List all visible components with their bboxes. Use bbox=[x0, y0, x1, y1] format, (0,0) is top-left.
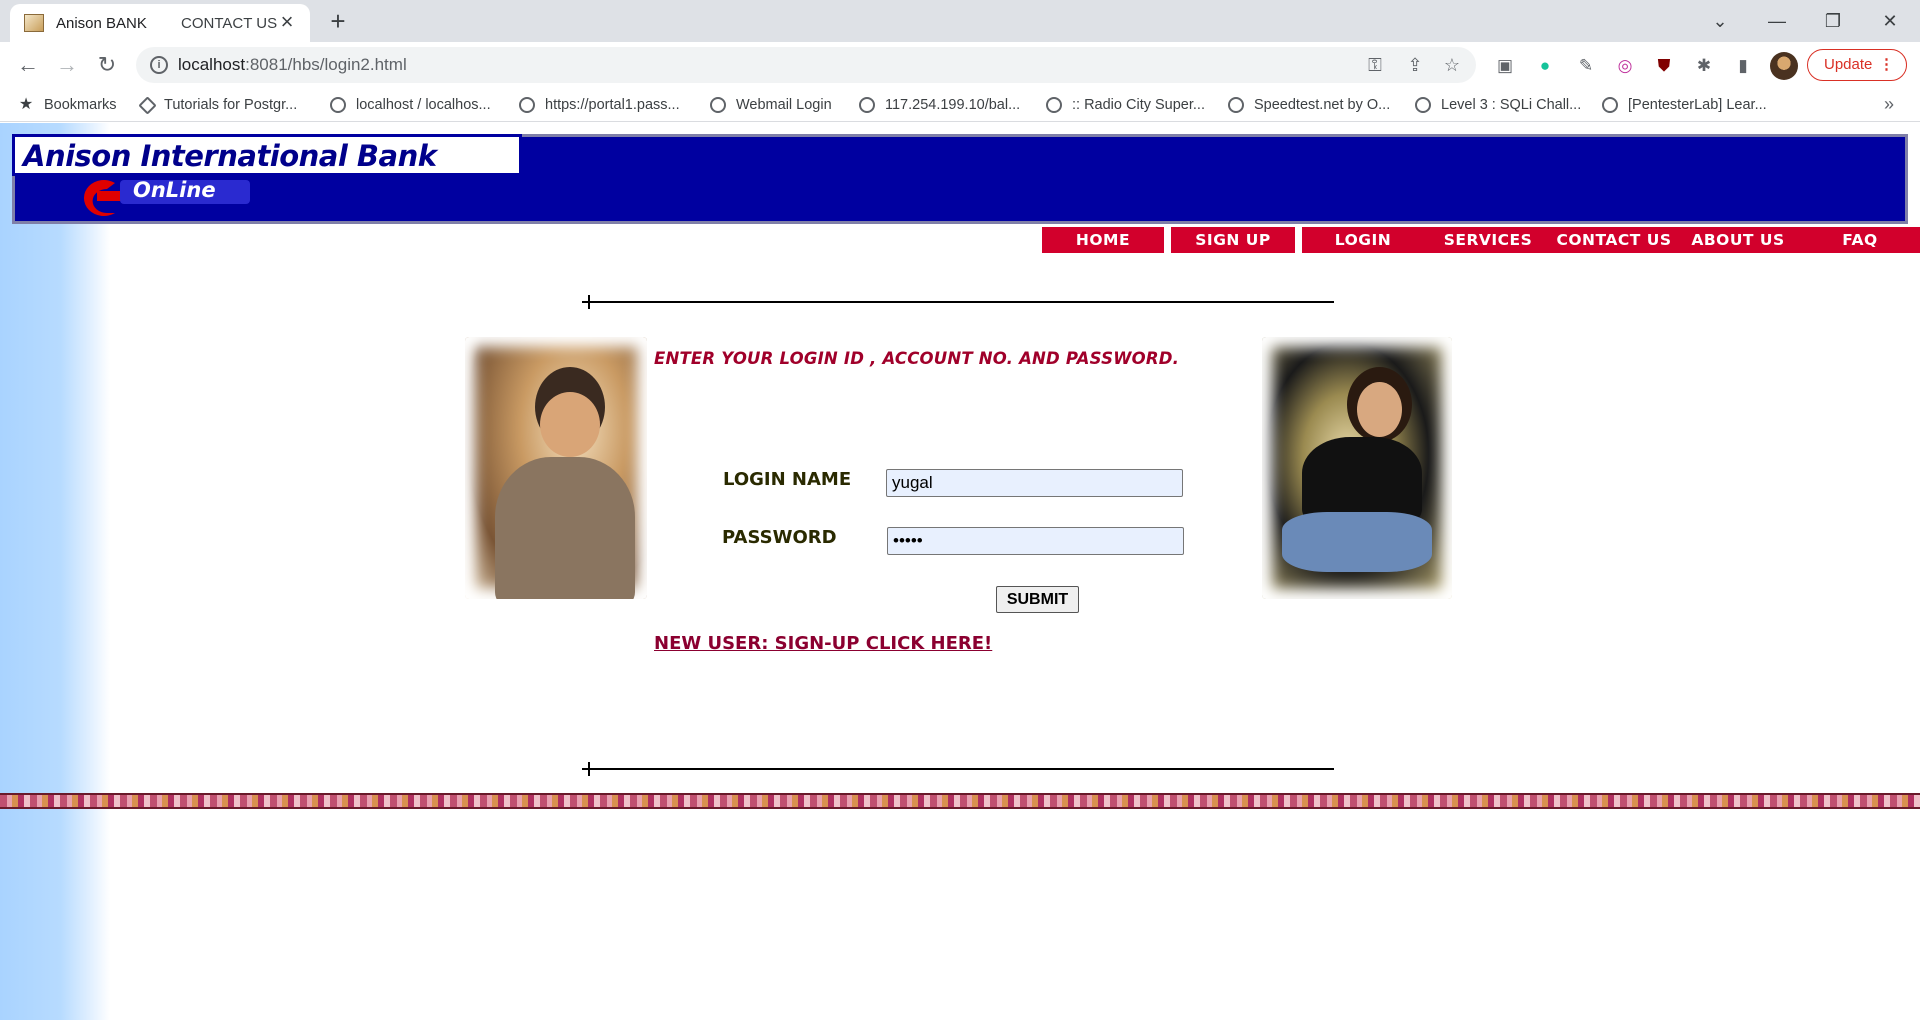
decorative-footer-strip bbox=[0, 793, 1920, 809]
bookmark-item[interactable]: :: Radio City Super... bbox=[1046, 95, 1205, 115]
extensions-puzzle-icon[interactable]: ✱ bbox=[1692, 54, 1716, 78]
man-writing-photo bbox=[465, 337, 647, 599]
submit-button[interactable]: SUBMIT bbox=[996, 586, 1079, 613]
nav-home[interactable]: HOME bbox=[1042, 227, 1164, 253]
globe-icon bbox=[330, 97, 346, 113]
bookmark-item[interactable]: 117.254.199.10/bal... bbox=[859, 95, 1020, 115]
top-divider bbox=[588, 301, 1334, 303]
signup-link[interactable]: NEW USER: SIGN-UP CLICK HERE! bbox=[654, 633, 992, 654]
page-content: Anison International Bank OnLine HOME SI… bbox=[0, 123, 1920, 1020]
forward-icon[interactable]: → bbox=[51, 50, 83, 82]
minimize-button[interactable]: — bbox=[1757, 6, 1797, 36]
globe-icon bbox=[1046, 97, 1062, 113]
globe-icon bbox=[1415, 97, 1431, 113]
url-text[interactable]: localhost:8081/hbs/login2.html bbox=[178, 55, 407, 75]
share-icon[interactable]: ⇪ bbox=[1404, 54, 1426, 76]
diamond-icon bbox=[138, 95, 157, 115]
bookmark-label: Webmail Login bbox=[736, 97, 832, 113]
tab-title: Anison BANK bbox=[56, 14, 147, 32]
tab-strip: Anison BANK CONTACT US × + ⌄ — ❐ ✕ bbox=[0, 0, 1920, 42]
bookmark-label: localhost / localhos... bbox=[356, 97, 491, 113]
nav-faq[interactable]: FAQ bbox=[1800, 227, 1920, 253]
nav-login[interactable]: LOGIN bbox=[1302, 227, 1424, 253]
browser-toolbar: ← → ↻ i localhost:8081/hbs/login2.html ⚿… bbox=[0, 42, 1920, 88]
bank-name: Anison International Bank bbox=[23, 139, 437, 173]
man-shirt bbox=[495, 457, 635, 599]
extension-icon[interactable]: ▣ bbox=[1493, 54, 1517, 78]
bookmark-label: Bookmarks bbox=[44, 97, 117, 113]
new-tab-button[interactable]: + bbox=[324, 8, 352, 36]
password-input[interactable]: ••••• bbox=[887, 527, 1184, 555]
nav-sign-up[interactable]: SIGN UP bbox=[1171, 227, 1295, 253]
bank-name-box: Anison International Bank bbox=[12, 134, 522, 176]
left-gradient-bar bbox=[0, 123, 110, 1020]
bottom-divider-cross bbox=[582, 768, 596, 770]
login-name-input[interactable]: yugal bbox=[886, 469, 1183, 497]
globe-icon bbox=[710, 97, 726, 113]
globe-icon bbox=[519, 97, 535, 113]
url-host: localhost bbox=[178, 55, 246, 74]
star-icon: ★ bbox=[18, 96, 34, 113]
wand-extension-icon[interactable]: ✎ bbox=[1574, 54, 1598, 78]
globe-icon bbox=[1228, 97, 1244, 113]
bookmark-item[interactable]: Webmail Login bbox=[710, 95, 832, 115]
bookmark-label: [PentesterLab] Lear... bbox=[1628, 97, 1767, 113]
globe-icon bbox=[859, 97, 875, 113]
site-info-icon[interactable]: i bbox=[150, 56, 168, 74]
bookmarks-bar: ★ Bookmarks Tutorials for Postgr... local… bbox=[0, 88, 1920, 122]
restore-button[interactable]: ❐ bbox=[1813, 6, 1853, 36]
tab-subtitle: CONTACT US bbox=[181, 14, 278, 32]
top-divider-cross bbox=[582, 301, 596, 303]
update-label: Update bbox=[1824, 56, 1873, 73]
login-name-label: LOGIN NAME bbox=[723, 469, 852, 490]
bank-banner: Anison International Bank OnLine bbox=[12, 134, 1908, 224]
nav-services[interactable]: SERVICES bbox=[1424, 227, 1552, 253]
online-label: OnLine bbox=[133, 178, 216, 202]
key-icon[interactable]: ⚿ bbox=[1364, 54, 1386, 76]
update-button[interactable]: Update ⋮ bbox=[1807, 49, 1907, 81]
bookmark-item[interactable]: ★ Bookmarks bbox=[18, 95, 117, 115]
bookmark-star-icon[interactable]: ☆ bbox=[1441, 54, 1463, 76]
bookmark-label: :: Radio City Super... bbox=[1072, 97, 1205, 113]
bank-logo-icon bbox=[83, 180, 123, 216]
menu-dots-icon: ⋮ bbox=[1879, 56, 1894, 73]
bookmark-label: 117.254.199.10/bal... bbox=[885, 97, 1021, 113]
bookmark-label: Tutorials for Postgr... bbox=[164, 97, 298, 113]
reload-icon[interactable]: ↻ bbox=[91, 50, 123, 82]
bookmark-label: Speedtest.net by O... bbox=[1254, 97, 1391, 113]
address-bar[interactable]: i localhost:8081/hbs/login2.html ⚿ ⇪ ☆ bbox=[136, 47, 1476, 83]
nav-about-us[interactable]: ABOUT US bbox=[1676, 227, 1800, 253]
woman-phone-photo bbox=[1262, 337, 1452, 599]
ublock-icon[interactable]: ⛊ bbox=[1652, 54, 1676, 78]
bookmark-item[interactable]: Level 3 : SQLi Chall... bbox=[1415, 95, 1581, 115]
grammarly-icon[interactable]: ● bbox=[1533, 54, 1557, 78]
bookmark-item[interactable]: localhost / localhos... bbox=[330, 95, 491, 115]
more-bookmarks-icon[interactable]: » bbox=[1884, 94, 1894, 115]
tab-search-icon[interactable]: ⌄ bbox=[1700, 6, 1740, 36]
profile-avatar[interactable] bbox=[1770, 52, 1798, 80]
man-face bbox=[540, 392, 600, 457]
bookmark-label: https://portal1.pass... bbox=[545, 97, 680, 113]
nav-contact-us[interactable]: CONTACT US bbox=[1552, 227, 1676, 253]
side-panel-icon[interactable]: ▮ bbox=[1731, 54, 1755, 78]
bookmark-item[interactable]: [PentesterLab] Lear... bbox=[1602, 95, 1767, 115]
globe-icon bbox=[1602, 97, 1618, 113]
url-path: :8081/hbs/login2.html bbox=[245, 55, 407, 74]
bottom-divider bbox=[588, 768, 1334, 770]
bookmark-label: Level 3 : SQLi Chall... bbox=[1441, 97, 1582, 113]
password-label: PASSWORD bbox=[722, 527, 837, 548]
bookmark-item[interactable]: Speedtest.net by O... bbox=[1228, 95, 1390, 115]
close-tab-icon[interactable]: × bbox=[276, 11, 298, 34]
browser-tab[interactable]: Anison BANK CONTACT US × bbox=[10, 4, 310, 42]
bookmark-item[interactable]: Tutorials for Postgr... bbox=[138, 95, 298, 115]
bank-favicon-icon bbox=[24, 14, 44, 32]
close-window-button[interactable]: ✕ bbox=[1870, 6, 1910, 36]
back-icon[interactable]: ← bbox=[12, 50, 44, 82]
woman-face bbox=[1357, 382, 1402, 437]
woman-jeans bbox=[1282, 512, 1432, 572]
login-instruction: ENTER YOUR LOGIN ID , ACCOUNT NO. AND PA… bbox=[654, 349, 1180, 368]
bookmark-item[interactable]: https://portal1.pass... bbox=[519, 95, 680, 115]
color-extension-icon[interactable]: ◎ bbox=[1613, 54, 1637, 78]
